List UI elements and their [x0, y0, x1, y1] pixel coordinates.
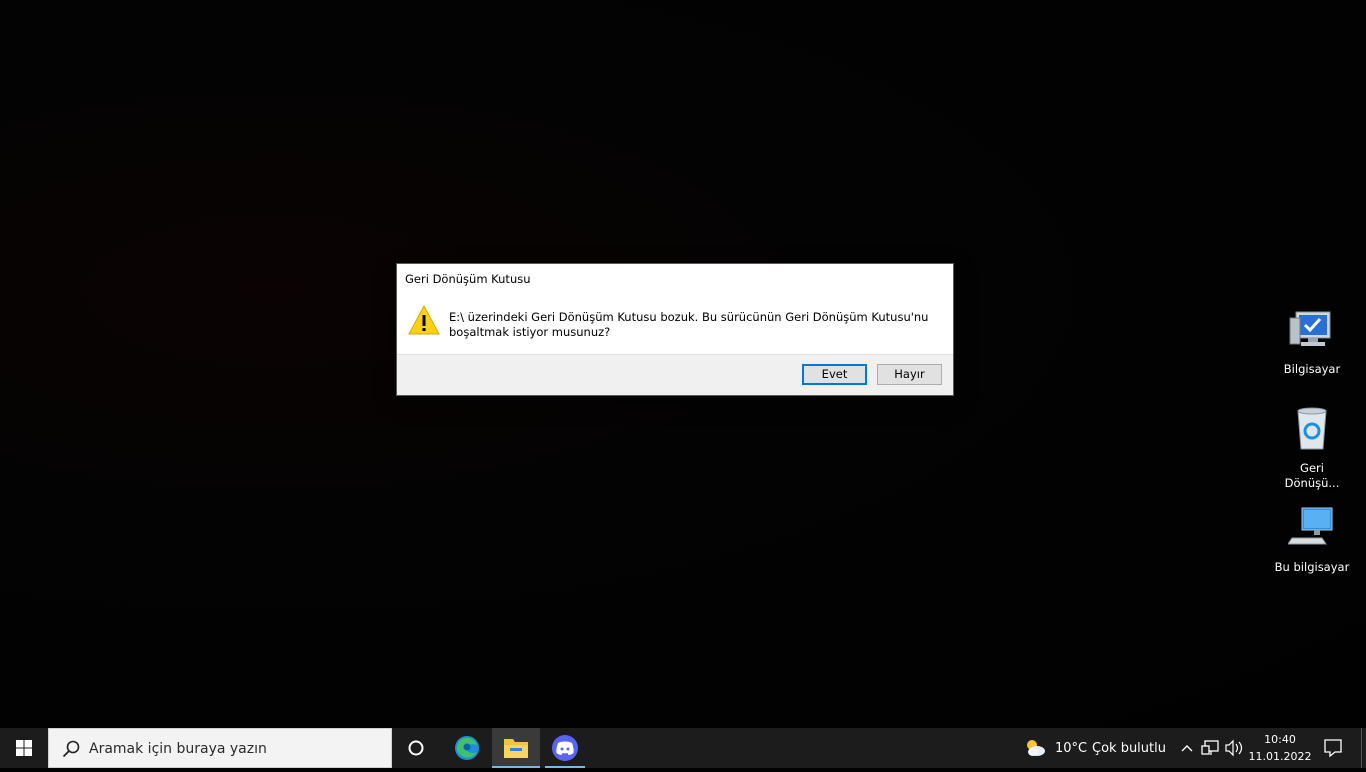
clock-time: 10:40 — [1264, 733, 1296, 746]
yes-button[interactable]: Evet — [802, 364, 867, 385]
dialog-message-line: boşaltmak istiyor musunuz? — [449, 325, 611, 339]
volume-tray-button[interactable] — [1223, 728, 1245, 768]
desktop-icon-recycle-bin[interactable]: Geri Dönüşü... — [1272, 405, 1352, 491]
dialog-body: E:\ üzerindeki Geri Dönüşüm Kutusu bozuk… — [397, 292, 953, 354]
desktop-icon-label: Dönüşü... — [1284, 476, 1340, 490]
file-explorer-button[interactable] — [492, 728, 540, 768]
desktop-icon-this-pc[interactable]: Bu bilgisayar — [1272, 504, 1352, 575]
desktop-icon-label: Bu bilgisayar — [1274, 560, 1350, 574]
weather-widget[interactable]: 10°C Çok bulutlu — [1022, 728, 1170, 768]
desktop-icon-label: Geri — [1300, 461, 1324, 475]
search-placeholder: Aramak için buraya yazın — [89, 741, 267, 757]
recycle-bin-icon — [1297, 407, 1327, 450]
cortana-button[interactable] — [392, 728, 440, 768]
clock-date: 11.01.2022 — [1248, 750, 1312, 763]
weather-description: Çok bulutlu — [1092, 741, 1166, 756]
clock[interactable]: 10:40 11.01.2022 — [1246, 728, 1314, 768]
dialog-message: E:\ üzerindeki Geri Dönüşüm Kutusu bozuk… — [449, 310, 939, 340]
network-icon — [1201, 740, 1219, 755]
dialog-title: Geri Dönüşüm Kutusu — [405, 272, 531, 286]
notification-icon — [1324, 739, 1342, 758]
partly-cloudy-icon — [1027, 740, 1045, 756]
network-tray-button[interactable] — [1200, 728, 1222, 768]
taskbar: Aramak için buraya yazın 10°C Çok bulutl… — [0, 728, 1366, 768]
dialog-footer: Evet Hayır — [397, 354, 953, 395]
search-box[interactable]: Aramak için buraya yazın — [48, 728, 392, 768]
discord-icon — [552, 735, 578, 761]
computer-check-icon — [1289, 311, 1331, 346]
search-icon — [62, 740, 80, 758]
windows-icon — [16, 740, 32, 756]
edge-icon — [455, 736, 479, 760]
cortana-icon — [408, 740, 424, 756]
desktop-icon-bilgisayar[interactable]: Bilgisayar — [1272, 306, 1352, 377]
desktop-icon-label: Bilgisayar — [1283, 362, 1341, 376]
dialog-message-line: E:\ üzerindeki Geri Dönüşüm Kutusu bozuk… — [449, 310, 929, 324]
start-button[interactable] — [0, 728, 48, 768]
this-pc-icon — [1287, 507, 1333, 545]
weather-temperature: 10°C — [1055, 741, 1088, 756]
action-center-button[interactable] — [1318, 728, 1348, 768]
file-explorer-icon — [504, 739, 528, 758]
no-button[interactable]: Hayır — [877, 364, 942, 385]
show-desktop-button[interactable] — [1361, 728, 1366, 768]
speaker-icon — [1225, 739, 1243, 757]
warning-icon — [408, 304, 440, 335]
confirm-dialog: Geri Dönüşüm Kutusu E:\ üzerindeki Geri … — [397, 264, 953, 395]
chevron-up-icon — [1181, 745, 1193, 752]
show-hidden-icons-button[interactable] — [1176, 728, 1198, 768]
edge-button[interactable] — [443, 728, 491, 768]
discord-button[interactable] — [541, 728, 589, 768]
